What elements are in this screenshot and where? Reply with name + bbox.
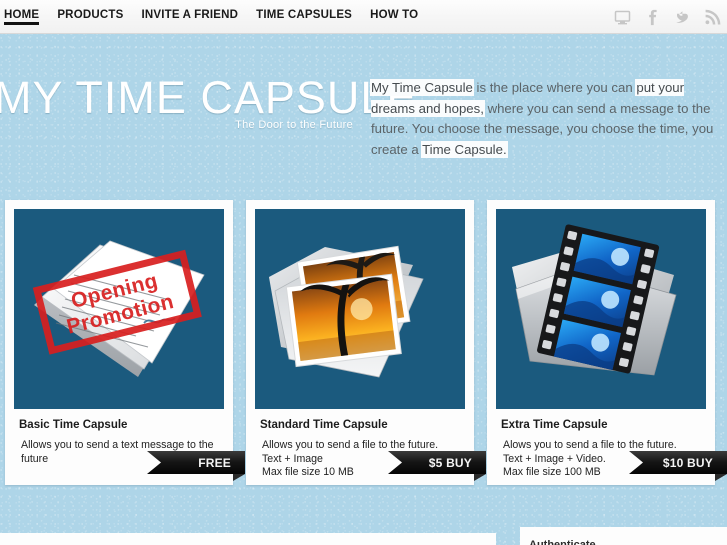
- nav-item-products[interactable]: PRODUCTS: [48, 0, 132, 34]
- hero-section: MY TIME CAPSULE The Door to the Future M…: [0, 34, 727, 194]
- nav-item-products-label: PRODUCTS: [57, 9, 124, 21]
- intro-highlight-brand: My Time Capsule: [371, 80, 473, 95]
- price-button-standard[interactable]: $5 BUY: [388, 451, 486, 474]
- authenticate-panel[interactable]: Authenticate: [520, 527, 727, 545]
- price-button-extra[interactable]: $10 BUY: [629, 451, 727, 474]
- top-navigation-bar: HOME PRODUCTS INVITE A FRIEND TIME CAPSU…: [0, 0, 727, 34]
- monitor-icon[interactable]: [614, 9, 631, 26]
- card-title-basic: Basic Time Capsule: [19, 419, 128, 431]
- product-card-standard[interactable]: Standard Time Capsule Allows you to send…: [246, 200, 486, 485]
- intro-text-1: is the place where you can: [472, 80, 637, 95]
- nav-item-invite-a-friend-label: INVITE A FRIEND: [141, 9, 239, 21]
- ribbon-fold-basic: [233, 474, 245, 481]
- card-title-extra: Extra Time Capsule: [501, 419, 608, 431]
- nav-item-invite-a-friend[interactable]: INVITE A FRIEND: [132, 0, 247, 34]
- nav-item-time-capsules-label: TIME CAPSULES: [256, 9, 353, 21]
- authenticate-label: Authenticate: [529, 539, 596, 545]
- nav-item-time-capsules[interactable]: TIME CAPSULES: [247, 0, 361, 34]
- photos-folder-image: [255, 209, 465, 409]
- brand-block: MY TIME CAPSULE The Door to the Future: [0, 72, 418, 132]
- intro-highlight-time-capsule: Time Capsule.: [422, 141, 507, 157]
- page-title: MY TIME CAPSULE: [0, 72, 418, 123]
- video-film-folder-image: [496, 209, 706, 409]
- nav-item-home-label: HOME: [4, 9, 40, 21]
- intro-paragraph: My Time Capsule is the place where you c…: [371, 78, 723, 160]
- product-card-basic[interactable]: Opening Promotion Basic Time Capsule All…: [5, 200, 245, 485]
- rss-icon[interactable]: [704, 9, 721, 26]
- card-title-standard: Standard Time Capsule: [260, 419, 388, 431]
- twitter-icon[interactable]: [674, 9, 691, 26]
- main-nav: HOME PRODUCTS INVITE A FRIEND TIME CAPSU…: [0, 0, 427, 34]
- nav-item-how-to-label: HOW TO: [370, 9, 419, 21]
- ribbon-fold-standard: [474, 474, 486, 481]
- footer-left-panel: [0, 533, 496, 545]
- product-card-extra[interactable]: Extra Time Capsule Alows you to send a f…: [487, 200, 727, 485]
- nav-item-home[interactable]: HOME: [0, 0, 48, 34]
- facebook-icon[interactable]: [644, 9, 661, 26]
- price-button-basic[interactable]: FREE: [147, 451, 245, 474]
- nav-item-how-to[interactable]: HOW TO: [361, 0, 427, 34]
- social-links: [614, 0, 721, 34]
- documents-opening-promotion-image: Opening Promotion: [14, 209, 224, 409]
- ribbon-fold-extra: [715, 474, 727, 481]
- product-cards: Opening Promotion Basic Time Capsule All…: [0, 200, 727, 490]
